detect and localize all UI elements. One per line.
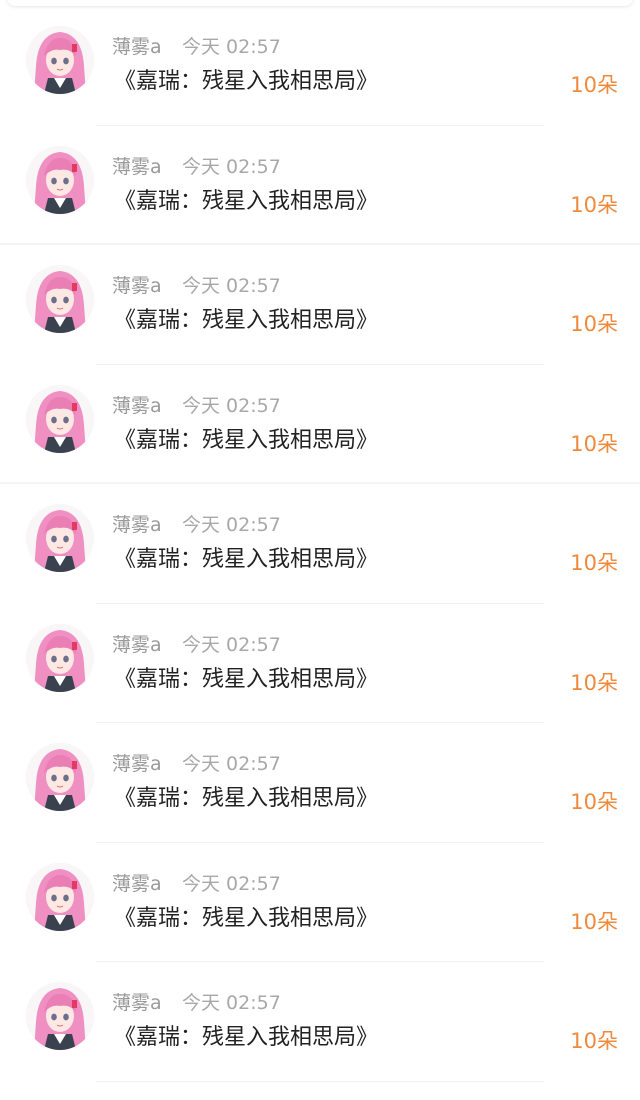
anime-girl-pink-hair-avatar-icon	[26, 982, 94, 1050]
anime-girl-pink-hair-avatar-icon	[26, 26, 94, 94]
anime-girl-pink-hair-avatar-icon	[26, 265, 94, 333]
list-item[interactable]: 薄雾a 今天 02:57 《嘉瑞：残星入我相思局》 10朵	[0, 962, 640, 1082]
book-title[interactable]: 《嘉瑞：残星入我相思局》	[114, 428, 378, 454]
gift-amount: 10朵	[570, 909, 618, 934]
timestamp: 今天 02:57	[182, 275, 281, 297]
list-item[interactable]: 薄雾a 今天 02:57 《嘉瑞：残星入我相思局》 10朵	[0, 126, 640, 245]
gift-amount: 10朵	[570, 551, 618, 575]
gift-amount: 10朵	[570, 790, 618, 814]
username[interactable]: 薄雾a	[112, 514, 162, 536]
timestamp: 今天 02:57	[182, 872, 281, 895]
anime-girl-pink-hair-avatar-icon	[26, 623, 94, 692]
gift-amount: 10朵	[570, 1029, 618, 1053]
avatar[interactable]	[26, 265, 94, 333]
avatar[interactable]	[26, 384, 94, 453]
list-item[interactable]: 薄雾a 今天 02:57 《嘉瑞：残星入我相思局》 10朵	[0, 365, 640, 484]
avatar[interactable]	[26, 623, 94, 692]
book-title[interactable]: 《嘉瑞：残星入我相思局》	[114, 786, 378, 812]
avatar[interactable]	[26, 504, 94, 572]
username[interactable]: 薄雾a	[112, 395, 162, 417]
timestamp: 今天 02:57	[182, 514, 281, 536]
gift-amount: 10朵	[570, 73, 618, 97]
book-title[interactable]: 《嘉瑞：残星入我相思局》	[114, 69, 378, 95]
anime-girl-pink-hair-avatar-icon	[26, 862, 94, 931]
book-title[interactable]: 《嘉瑞：残星入我相思局》	[114, 1025, 378, 1051]
timestamp: 今天 02:57	[182, 992, 281, 1014]
list-item[interactable]: 薄雾a 今天 02:57 《嘉瑞：残星入我相思局》 10朵	[0, 484, 640, 604]
avatar[interactable]	[26, 743, 94, 811]
anime-girl-pink-hair-avatar-icon	[26, 384, 94, 453]
username[interactable]: 薄雾a	[112, 873, 162, 895]
book-title[interactable]: 《嘉瑞：残星入我相思局》	[114, 906, 378, 932]
book-title[interactable]: 《嘉瑞：残星入我相思局》	[114, 667, 378, 693]
gift-amount: 10朵	[570, 192, 618, 217]
divider	[96, 1080, 544, 1082]
anime-girl-pink-hair-avatar-icon	[26, 145, 94, 214]
username[interactable]: 薄雾a	[112, 753, 162, 775]
anime-girl-pink-hair-avatar-icon	[26, 504, 94, 572]
username[interactable]: 薄雾a	[112, 634, 162, 656]
avatar[interactable]	[26, 26, 94, 94]
username[interactable]: 薄雾a	[112, 992, 162, 1014]
book-title[interactable]: 《嘉瑞：残星入我相思局》	[114, 547, 378, 573]
gift-amount: 10朵	[570, 670, 618, 695]
username[interactable]: 薄雾a	[112, 36, 162, 58]
timestamp: 今天 02:57	[182, 633, 281, 656]
list-item[interactable]: 薄雾a 今天 02:57 《嘉瑞：残星入我相思局》 10朵	[0, 245, 640, 365]
avatar[interactable]	[26, 982, 94, 1050]
timestamp: 今天 02:57	[182, 394, 281, 417]
timestamp: 今天 02:57	[182, 36, 281, 58]
gift-amount: 10朵	[570, 431, 618, 456]
gift-amount: 10朵	[570, 312, 618, 336]
book-title[interactable]: 《嘉瑞：残星入我相思局》	[114, 308, 378, 334]
list-item[interactable]: 薄雾a 今天 02:57 《嘉瑞：残星入我相思局》 10朵	[0, 843, 640, 962]
book-title[interactable]: 《嘉瑞：残星入我相思局》	[114, 189, 378, 215]
username[interactable]: 薄雾a	[112, 275, 162, 297]
list-item[interactable]: 薄雾a 今天 02:57 《嘉瑞：残星入我相思局》 10朵	[0, 723, 640, 843]
timestamp: 今天 02:57	[182, 753, 281, 775]
timestamp: 今天 02:57	[182, 155, 281, 178]
anime-girl-pink-hair-avatar-icon	[26, 743, 94, 811]
list-item[interactable]: 薄雾a 今天 02:57 《嘉瑞：残星入我相思局》 10朵	[0, 6, 640, 126]
gift-record-list: 薄雾a 今天 02:57 《嘉瑞：残星入我相思局》 10朵 薄雾a 今天 02:…	[0, 6, 640, 1082]
avatar[interactable]	[26, 145, 94, 214]
list-item[interactable]: 薄雾a 今天 02:57 《嘉瑞：残星入我相思局》 10朵	[0, 604, 640, 723]
username[interactable]: 薄雾a	[112, 156, 162, 178]
avatar[interactable]	[26, 862, 94, 931]
